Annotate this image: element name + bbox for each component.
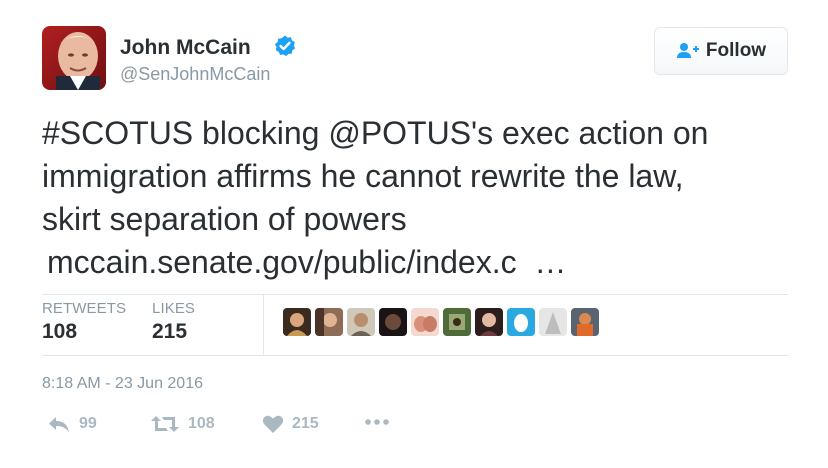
liker-avatar[interactable] — [283, 308, 311, 336]
reply-count: 99 — [79, 415, 97, 432]
liker-avatar[interactable] — [475, 308, 503, 336]
tweet-timestamp[interactable]: 8:18 AM - 23 Jun 2016 — [42, 375, 203, 393]
verified-badge-icon — [273, 34, 297, 58]
follow-button-label: Follow — [705, 40, 767, 61]
author-name[interactable]: John McCain — [120, 36, 251, 60]
retweet-icon — [150, 414, 180, 434]
liker-avatar[interactable] — [443, 308, 471, 336]
liker-avatar[interactable] — [539, 308, 567, 336]
more-dots-icon — [364, 418, 390, 426]
like-button[interactable]: 215 — [262, 414, 319, 434]
stats-divider — [263, 294, 264, 355]
follow-button[interactable]: Follow — [654, 27, 788, 75]
retweet-button[interactable]: 108 — [150, 414, 215, 434]
reply-icon — [47, 414, 71, 434]
retweet-count: 108 — [188, 415, 215, 432]
divider — [42, 294, 788, 295]
tweet-text: #SCOTUS blocking @POTUS's exec action on… — [42, 112, 802, 241]
tweet-text-line: #SCOTUS blocking @POTUS's exec action on — [42, 115, 709, 151]
tweet-link[interactable]: mccain.senate.gov/public/index.c … — [47, 241, 566, 284]
likers-avatars — [283, 308, 599, 336]
like-count: 215 — [292, 415, 319, 432]
reply-button[interactable]: 99 — [47, 414, 97, 434]
divider — [42, 355, 788, 356]
likes-count: 215 — [152, 320, 188, 343]
tweet-text-line: skirt separation of powers — [42, 201, 407, 237]
heart-icon — [262, 414, 284, 434]
more-button[interactable] — [364, 418, 390, 426]
liker-avatar[interactable] — [379, 308, 407, 336]
tweet-text-line: immigration affirms he cannot rewrite th… — [42, 158, 684, 194]
liker-avatar[interactable] — [571, 308, 599, 336]
likes-label: LIKES — [152, 300, 196, 317]
retweets-stat[interactable]: RETWEETS 108 — [42, 300, 126, 344]
tweet-card: John McCain @SenJohnMcCain Follow #SCOTU… — [0, 0, 828, 468]
default-egg-avatar[interactable] — [507, 308, 535, 336]
liker-avatar[interactable] — [315, 308, 343, 336]
author-handle[interactable]: @SenJohnMcCain — [120, 64, 270, 85]
add-user-icon — [676, 42, 700, 60]
retweets-label: RETWEETS — [42, 300, 127, 317]
retweets-count: 108 — [42, 320, 78, 343]
liker-avatar[interactable] — [347, 308, 375, 336]
liker-avatar[interactable] — [411, 308, 439, 336]
author-avatar[interactable] — [42, 26, 106, 90]
likes-stat[interactable]: LIKES 215 — [152, 300, 195, 344]
